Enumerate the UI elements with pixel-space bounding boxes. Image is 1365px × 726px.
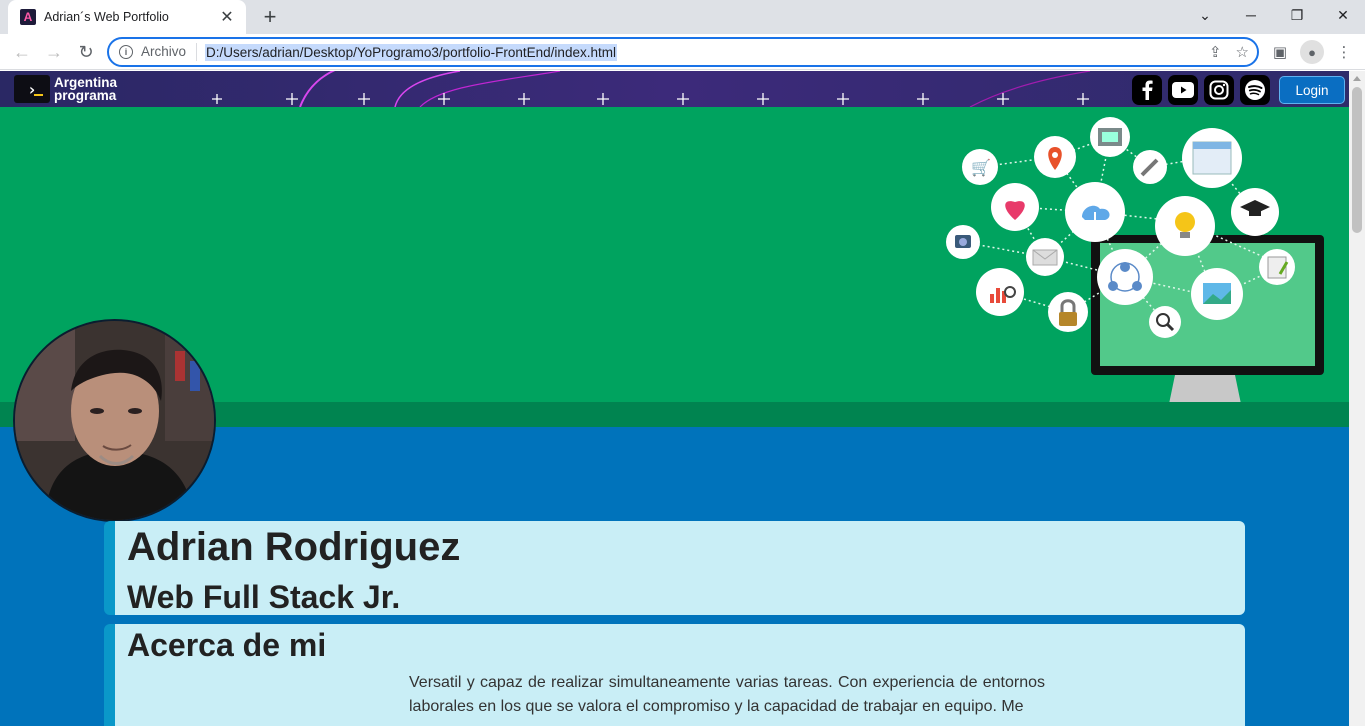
restore-button[interactable]: ❐ [1274,0,1320,30]
bookmark-star-icon[interactable]: ☆ [1236,43,1249,61]
about-section: Acerca de mi Versatil y capaz de realiza… [104,624,1245,726]
back-arrow-icon[interactable]: ← [8,38,36,66]
address-bar[interactable]: i Archivo D:/Users/adrian/Desktop/YoProg… [107,37,1259,67]
forward-arrow-icon[interactable]: → [40,38,68,66]
tab-search-icon[interactable]: ⌄ [1182,0,1228,30]
hero-banner: 🛒 [0,107,1349,410]
tab-close-icon[interactable]: ✕ [218,7,236,27]
profile-avatar-icon[interactable]: ● [1300,40,1324,64]
profile-name: Adrian Rodriguez [127,525,461,569]
logo-text: Argentina programa [54,76,117,103]
minimize-button[interactable]: ─ [1228,0,1274,30]
new-tab-button[interactable]: + [256,4,284,30]
tab-favicon-icon: A [20,9,36,25]
browser-toolbar: ← → ↻ i Archivo D:/Users/adrian/Desktop/… [0,34,1365,70]
profile-header-card: Adrian Rodriguez Web Full Stack Jr. [104,521,1245,615]
page-scrollbar[interactable] [1349,71,1365,726]
page-viewport: › Argentina programa Login 🛒 Adrian Rodr… [0,71,1349,726]
instagram-icon[interactable] [1204,75,1234,105]
about-title: Acerca de mi [127,627,327,663]
browser-tab[interactable]: A Adrian´s Web Portfolio ✕ [8,0,246,34]
profile-role: Web Full Stack Jr. [127,579,401,615]
youtube-icon[interactable] [1168,75,1198,105]
about-text: Versatil y capaz de realizar simultaneam… [409,674,1045,715]
site-chip[interactable]: Archivo [141,43,198,61]
url-text[interactable]: D:/Users/adrian/Desktop/YoProgramo3/port… [205,43,617,61]
argentina-programa-logo[interactable]: › Argentina programa [14,75,117,103]
terminal-icon: › [14,75,50,103]
facebook-icon[interactable] [1132,75,1162,105]
info-icon[interactable]: i [119,45,133,59]
side-panel-icon[interactable]: ▣ [1268,40,1292,64]
scroll-thumb[interactable] [1352,87,1362,233]
svg-text:🛒: 🛒 [971,158,991,177]
site-navbar: › Argentina programa Login [0,71,1349,107]
profile-photo [13,319,216,522]
logo-line-2: programa [54,88,117,103]
menu-dots-icon[interactable]: ⋮ [1332,40,1356,64]
scroll-up-arrow-icon[interactable] [1353,76,1361,81]
login-button[interactable]: Login [1279,76,1345,104]
close-window-button[interactable]: ✕ [1320,0,1365,30]
reload-icon[interactable]: ↻ [72,38,100,66]
network-illustration: 🛒 [946,117,1324,410]
share-icon[interactable]: ⇪ [1209,43,1222,61]
browser-tabbar: A Adrian´s Web Portfolio ✕ + ⌄ ─ ❐ ✕ [0,0,1365,34]
spotify-icon[interactable] [1240,75,1270,105]
tab-title: Adrian´s Web Portfolio [44,10,169,24]
